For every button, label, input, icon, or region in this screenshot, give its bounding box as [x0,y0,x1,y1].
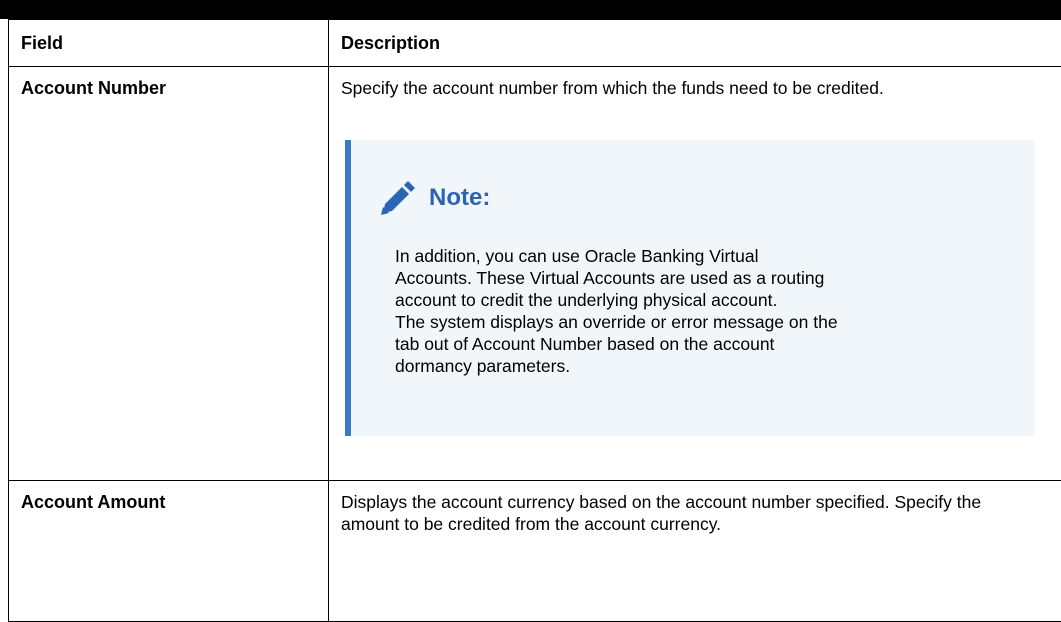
description-account-amount: Displays the account currency based on t… [341,491,1021,535]
header-description: Description [329,20,1061,67]
description-cell: Specify the account number from which th… [329,67,1061,481]
field-name-account-number: Account Number [9,67,328,99]
top-rule [0,0,1061,19]
note-line: The system displays an override or error… [395,311,1015,333]
note-body: In addition, you can use Oracle Banking … [395,245,1015,377]
field-name-account-amount: Account Amount [9,481,328,513]
description-cell: Displays the account currency based on t… [329,481,1061,622]
description-account-number: Specify the account number from which th… [341,77,1001,99]
note-line: dormancy parameters. [395,355,1015,377]
pencil-icon [377,180,419,216]
note-line: tab out of Account Number based on the a… [395,333,1015,355]
note-title: Note: [429,183,490,213]
note-line: account to credit the underlying physica… [395,289,1015,311]
field-cell: Account Number [9,67,329,481]
field-cell: Account Amount [9,481,329,622]
note-line: In addition, you can use Oracle Banking … [395,245,1015,267]
note-line: Accounts. These Virtual Accounts are use… [395,267,1015,289]
table-row: Account Number Specify the account numbe… [9,67,1061,481]
header-field: Field [9,20,329,67]
table-header-row: Field Description [9,20,1061,67]
note-box: Note: In addition, you can use Oracle Ba… [345,140,1035,436]
table-row: Account Amount Displays the account curr… [9,481,1061,622]
field-description-table: Field Description Account Number Specify… [8,19,1061,622]
